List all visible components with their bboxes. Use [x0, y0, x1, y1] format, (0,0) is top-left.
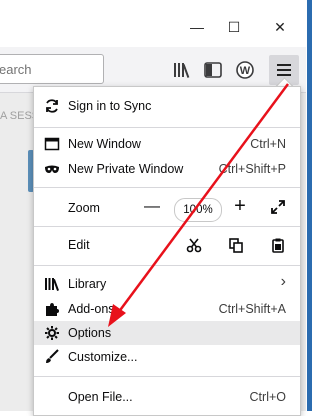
- search-placeholder: earch: [0, 62, 32, 77]
- paintbrush-icon: [44, 349, 60, 365]
- shortcut-label: Ctrl+N: [250, 137, 286, 151]
- shortcut-label: Ctrl+O: [249, 390, 286, 404]
- menu-item-label: Library: [68, 277, 107, 291]
- menu-item-options[interactable]: Options: [34, 321, 300, 345]
- close-button[interactable]: ✕: [265, 18, 295, 36]
- menu-item-label: New Window: [68, 137, 141, 151]
- edit-label: Edit: [68, 238, 90, 252]
- zoom-out-button[interactable]: —: [142, 195, 162, 219]
- library-icon: [44, 276, 60, 292]
- menu-item-edit: Edit: [34, 233, 300, 257]
- puzzle-piece-icon: [44, 301, 60, 317]
- extension-w-icon[interactable]: W: [233, 58, 257, 82]
- zoom-reset-button[interactable]: 100%: [174, 198, 222, 222]
- zoom-label: Zoom: [68, 201, 100, 215]
- minimize-button[interactable]: —: [182, 18, 212, 36]
- menu-item-customize[interactable]: Customize...: [34, 345, 300, 369]
- menu-item-open-file[interactable]: Open File... Ctrl+O: [34, 385, 300, 409]
- svg-text:W: W: [240, 65, 251, 77]
- library-icon[interactable]: [170, 58, 194, 82]
- paste-icon[interactable]: [270, 237, 286, 253]
- menu-item-sign-in-sync[interactable]: Sign in to Sync: [34, 94, 300, 118]
- cut-icon[interactable]: [186, 237, 202, 253]
- menu-separator: [34, 376, 300, 377]
- maximize-button[interactable]: ☐: [219, 18, 249, 36]
- shortcut-label: Ctrl+Shift+P: [218, 162, 286, 176]
- sync-icon: [44, 98, 60, 114]
- menu-item-library[interactable]: Library ›: [34, 272, 300, 296]
- shortcut-label: Ctrl+Shift+A: [218, 302, 286, 316]
- menu-item-label: Add-ons: [68, 302, 115, 316]
- menu-item-label: Options: [68, 326, 112, 340]
- zoom-in-button[interactable]: +: [230, 193, 250, 219]
- sidebar-icon[interactable]: [201, 58, 225, 82]
- menu-separator: [34, 226, 300, 227]
- menu-item-label: Open File...: [68, 390, 133, 404]
- menu-separator: [34, 127, 300, 128]
- copy-icon[interactable]: [228, 237, 244, 253]
- menu-item-label: Sign in to Sync: [68, 99, 152, 113]
- menu-item-label: Customize...: [68, 350, 138, 364]
- title-bar-background: [0, 0, 306, 47]
- private-mask-icon: [44, 161, 60, 177]
- new-window-icon: [44, 136, 60, 152]
- search-input[interactable]: earch: [0, 54, 104, 84]
- fullscreen-icon[interactable]: [270, 199, 286, 215]
- menu-item-label: New Private Window: [68, 162, 184, 176]
- window-edge: [307, 0, 312, 411]
- menu-item-addons[interactable]: Add-ons Ctrl+Shift+A: [34, 297, 300, 321]
- title-bar: — ☐ ✕: [0, 0, 312, 47]
- gear-icon: [44, 325, 60, 341]
- menu-item-zoom: Zoom: [34, 196, 300, 220]
- menu-item-new-private-window[interactable]: New Private Window Ctrl+Shift+P: [34, 157, 300, 181]
- chevron-right-icon: ›: [280, 273, 286, 290]
- menu-separator: [34, 187, 300, 188]
- menu-separator: [34, 265, 300, 266]
- app-menu-panel: Sign in to Sync New Window Ctrl+N New Pr…: [33, 86, 301, 416]
- menu-item-new-window[interactable]: New Window Ctrl+N: [34, 132, 300, 156]
